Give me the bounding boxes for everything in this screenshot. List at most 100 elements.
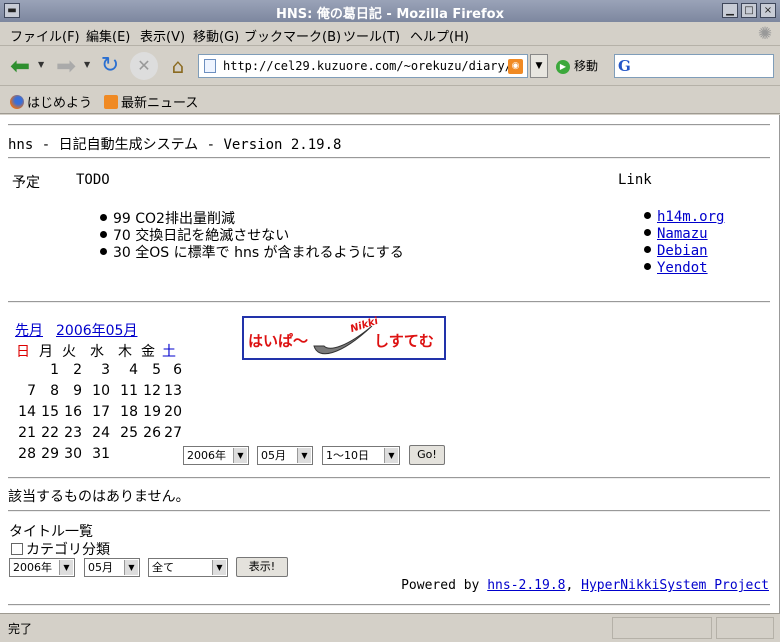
menubar: ファイル(F) 編集(E) 表示(V) 移動(G) ブックマーク(B) ツール(… bbox=[0, 22, 780, 46]
url-dropdown-icon[interactable]: ▼ bbox=[530, 54, 548, 78]
divider bbox=[8, 301, 770, 303]
title-month-select[interactable]: 05月 ▼ bbox=[84, 558, 140, 577]
link-h14m[interactable]: h14m.org bbox=[657, 209, 724, 225]
url-text: http://cel29.kuzuore.com/~orekuzu/diary/ bbox=[223, 59, 512, 73]
reload-icon[interactable]: ↻ bbox=[96, 52, 124, 80]
link-item: Yendot bbox=[644, 260, 708, 276]
link-debian[interactable]: Debian bbox=[657, 243, 708, 259]
link-yendot[interactable]: Yendot bbox=[657, 260, 708, 276]
weekday-header: 月 bbox=[39, 344, 53, 360]
link-label: Link bbox=[618, 172, 652, 188]
forward-history-icon[interactable]: ▼ bbox=[84, 60, 90, 69]
rss-icon bbox=[104, 95, 118, 109]
link-item: Debian bbox=[644, 243, 708, 259]
bookmark-getting-started[interactable]: はじめよう bbox=[10, 92, 92, 111]
link-item: h14m.org bbox=[644, 209, 724, 225]
google-icon[interactable]: G bbox=[618, 57, 631, 75]
calendar-day: 30 bbox=[64, 446, 82, 462]
go-submit-button[interactable]: Go! bbox=[409, 445, 445, 465]
calendar-day: 28 bbox=[18, 446, 36, 462]
calendar-day: 17 bbox=[92, 404, 110, 420]
project-link[interactable]: HyperNikkiSystem Project bbox=[581, 578, 769, 593]
menu-edit[interactable]: 編集(E) bbox=[86, 26, 130, 45]
hypernikki-logo: はいぱ〜 Nikki しすてむ bbox=[242, 316, 446, 360]
page-icon bbox=[204, 59, 216, 73]
weekday-header: 木 bbox=[118, 344, 132, 360]
home-icon[interactable]: ⌂ bbox=[164, 52, 192, 80]
prev-month-link[interactable]: 先月 bbox=[15, 320, 43, 340]
url-bar[interactable]: http://cel29.kuzuore.com/~orekuzu/diary/… bbox=[198, 54, 528, 78]
status-panel bbox=[716, 617, 774, 639]
go-button[interactable]: ▶ 移動 bbox=[556, 57, 598, 74]
calendar-day: 22 bbox=[41, 425, 59, 441]
divider bbox=[8, 604, 770, 606]
calendar-day: 5 bbox=[152, 362, 161, 378]
month-select[interactable]: 05月 ▼ bbox=[257, 446, 313, 465]
footer: Powered by hns-2.19.8, HyperNikkiSystem … bbox=[401, 578, 769, 593]
calendar-day: 11 bbox=[120, 383, 138, 399]
menu-go[interactable]: 移動(G) bbox=[193, 26, 239, 45]
calendar-day: 2 bbox=[73, 362, 82, 378]
title-category-select[interactable]: 全て ▼ bbox=[148, 558, 228, 577]
category-checkbox[interactable] bbox=[11, 543, 23, 555]
calendar-day: 16 bbox=[64, 404, 82, 420]
bookmark-latest-news[interactable]: 最新ニュース bbox=[104, 92, 198, 111]
firefox-icon bbox=[10, 95, 24, 109]
chevron-down-icon: ▼ bbox=[124, 560, 138, 575]
show-button[interactable]: 表示! bbox=[236, 557, 288, 577]
logo-left-text: はいぱ〜 bbox=[248, 332, 309, 350]
back-icon[interactable]: ⬅ bbox=[6, 52, 34, 80]
calendar-day: 9 bbox=[73, 383, 82, 399]
status-panel bbox=[612, 617, 712, 639]
bookmark-getting-started-label: はじめよう bbox=[27, 96, 93, 111]
page-content: hns - 日記自動生成システム - Version 2.19.8 予定 TOD… bbox=[0, 115, 780, 613]
throbber-icon: ✺ bbox=[757, 24, 773, 44]
divider bbox=[8, 510, 770, 512]
powered-by-text: Powered by bbox=[401, 578, 480, 593]
calendar-day: 7 bbox=[27, 383, 36, 399]
hns-link[interactable]: hns-2.19.8 bbox=[487, 578, 565, 593]
status-bar: 完了 bbox=[0, 613, 780, 642]
calendar-day: 12 bbox=[143, 383, 161, 399]
window-title: HNS: 俺の葛日記 - Mozilla Firefox bbox=[276, 7, 504, 22]
current-month-link[interactable]: 2006年05月 bbox=[56, 320, 137, 340]
go-label: 移動 bbox=[574, 59, 599, 73]
menu-bookmarks[interactable]: ブックマーク(B) bbox=[244, 26, 341, 45]
logo-right-text: しすてむ bbox=[374, 332, 434, 350]
weekday-header: 土 bbox=[162, 344, 176, 360]
calendar-day: 18 bbox=[120, 404, 138, 420]
back-history-icon[interactable]: ▼ bbox=[38, 60, 44, 69]
calendar-day: 14 bbox=[18, 404, 36, 420]
divider bbox=[8, 124, 770, 126]
range-select[interactable]: 1〜10日 ▼ bbox=[322, 446, 400, 465]
forward-icon[interactable]: ➡ bbox=[52, 52, 80, 80]
calendar-day: 15 bbox=[41, 404, 59, 420]
year-select[interactable]: 2006年 ▼ bbox=[183, 446, 249, 465]
chevron-down-icon: ▼ bbox=[384, 448, 398, 463]
maximize-icon[interactable]: □ bbox=[741, 3, 757, 18]
stop-icon[interactable]: ✕ bbox=[130, 52, 158, 80]
link-namazu[interactable]: Namazu bbox=[657, 226, 708, 242]
menu-view[interactable]: 表示(V) bbox=[140, 26, 185, 45]
calendar-day: 10 bbox=[92, 383, 110, 399]
search-box[interactable]: G bbox=[614, 54, 774, 78]
calendar-day: 26 bbox=[143, 425, 161, 441]
yotei-label: 予定 bbox=[12, 175, 40, 191]
menu-help[interactable]: ヘルプ(H) bbox=[410, 26, 469, 45]
rss-feed-icon[interactable]: ◉ bbox=[508, 59, 523, 74]
calendar-day: 6 bbox=[173, 362, 182, 378]
menu-tools[interactable]: ツール(T) bbox=[343, 26, 400, 45]
bookmarks-toolbar: はじめよう 最新ニュース bbox=[0, 86, 780, 114]
calendar-day: 23 bbox=[64, 425, 82, 441]
calendar-day: 21 bbox=[18, 425, 36, 441]
todo-item: 30 全OS に標準で hns が含まれるようにする bbox=[100, 242, 404, 262]
close-icon[interactable]: × bbox=[760, 3, 776, 18]
minimize-icon[interactable]: ▁ bbox=[722, 3, 738, 18]
menu-file[interactable]: ファイル(F) bbox=[10, 26, 80, 45]
weekday-header: 金 bbox=[141, 344, 155, 360]
category-checkbox-row[interactable]: カテゴリ分類 bbox=[11, 539, 110, 559]
status-text: 完了 bbox=[8, 622, 33, 636]
calendar-day: 19 bbox=[143, 404, 161, 420]
title-year-select[interactable]: 2006年 ▼ bbox=[9, 558, 75, 577]
divider bbox=[8, 477, 770, 479]
